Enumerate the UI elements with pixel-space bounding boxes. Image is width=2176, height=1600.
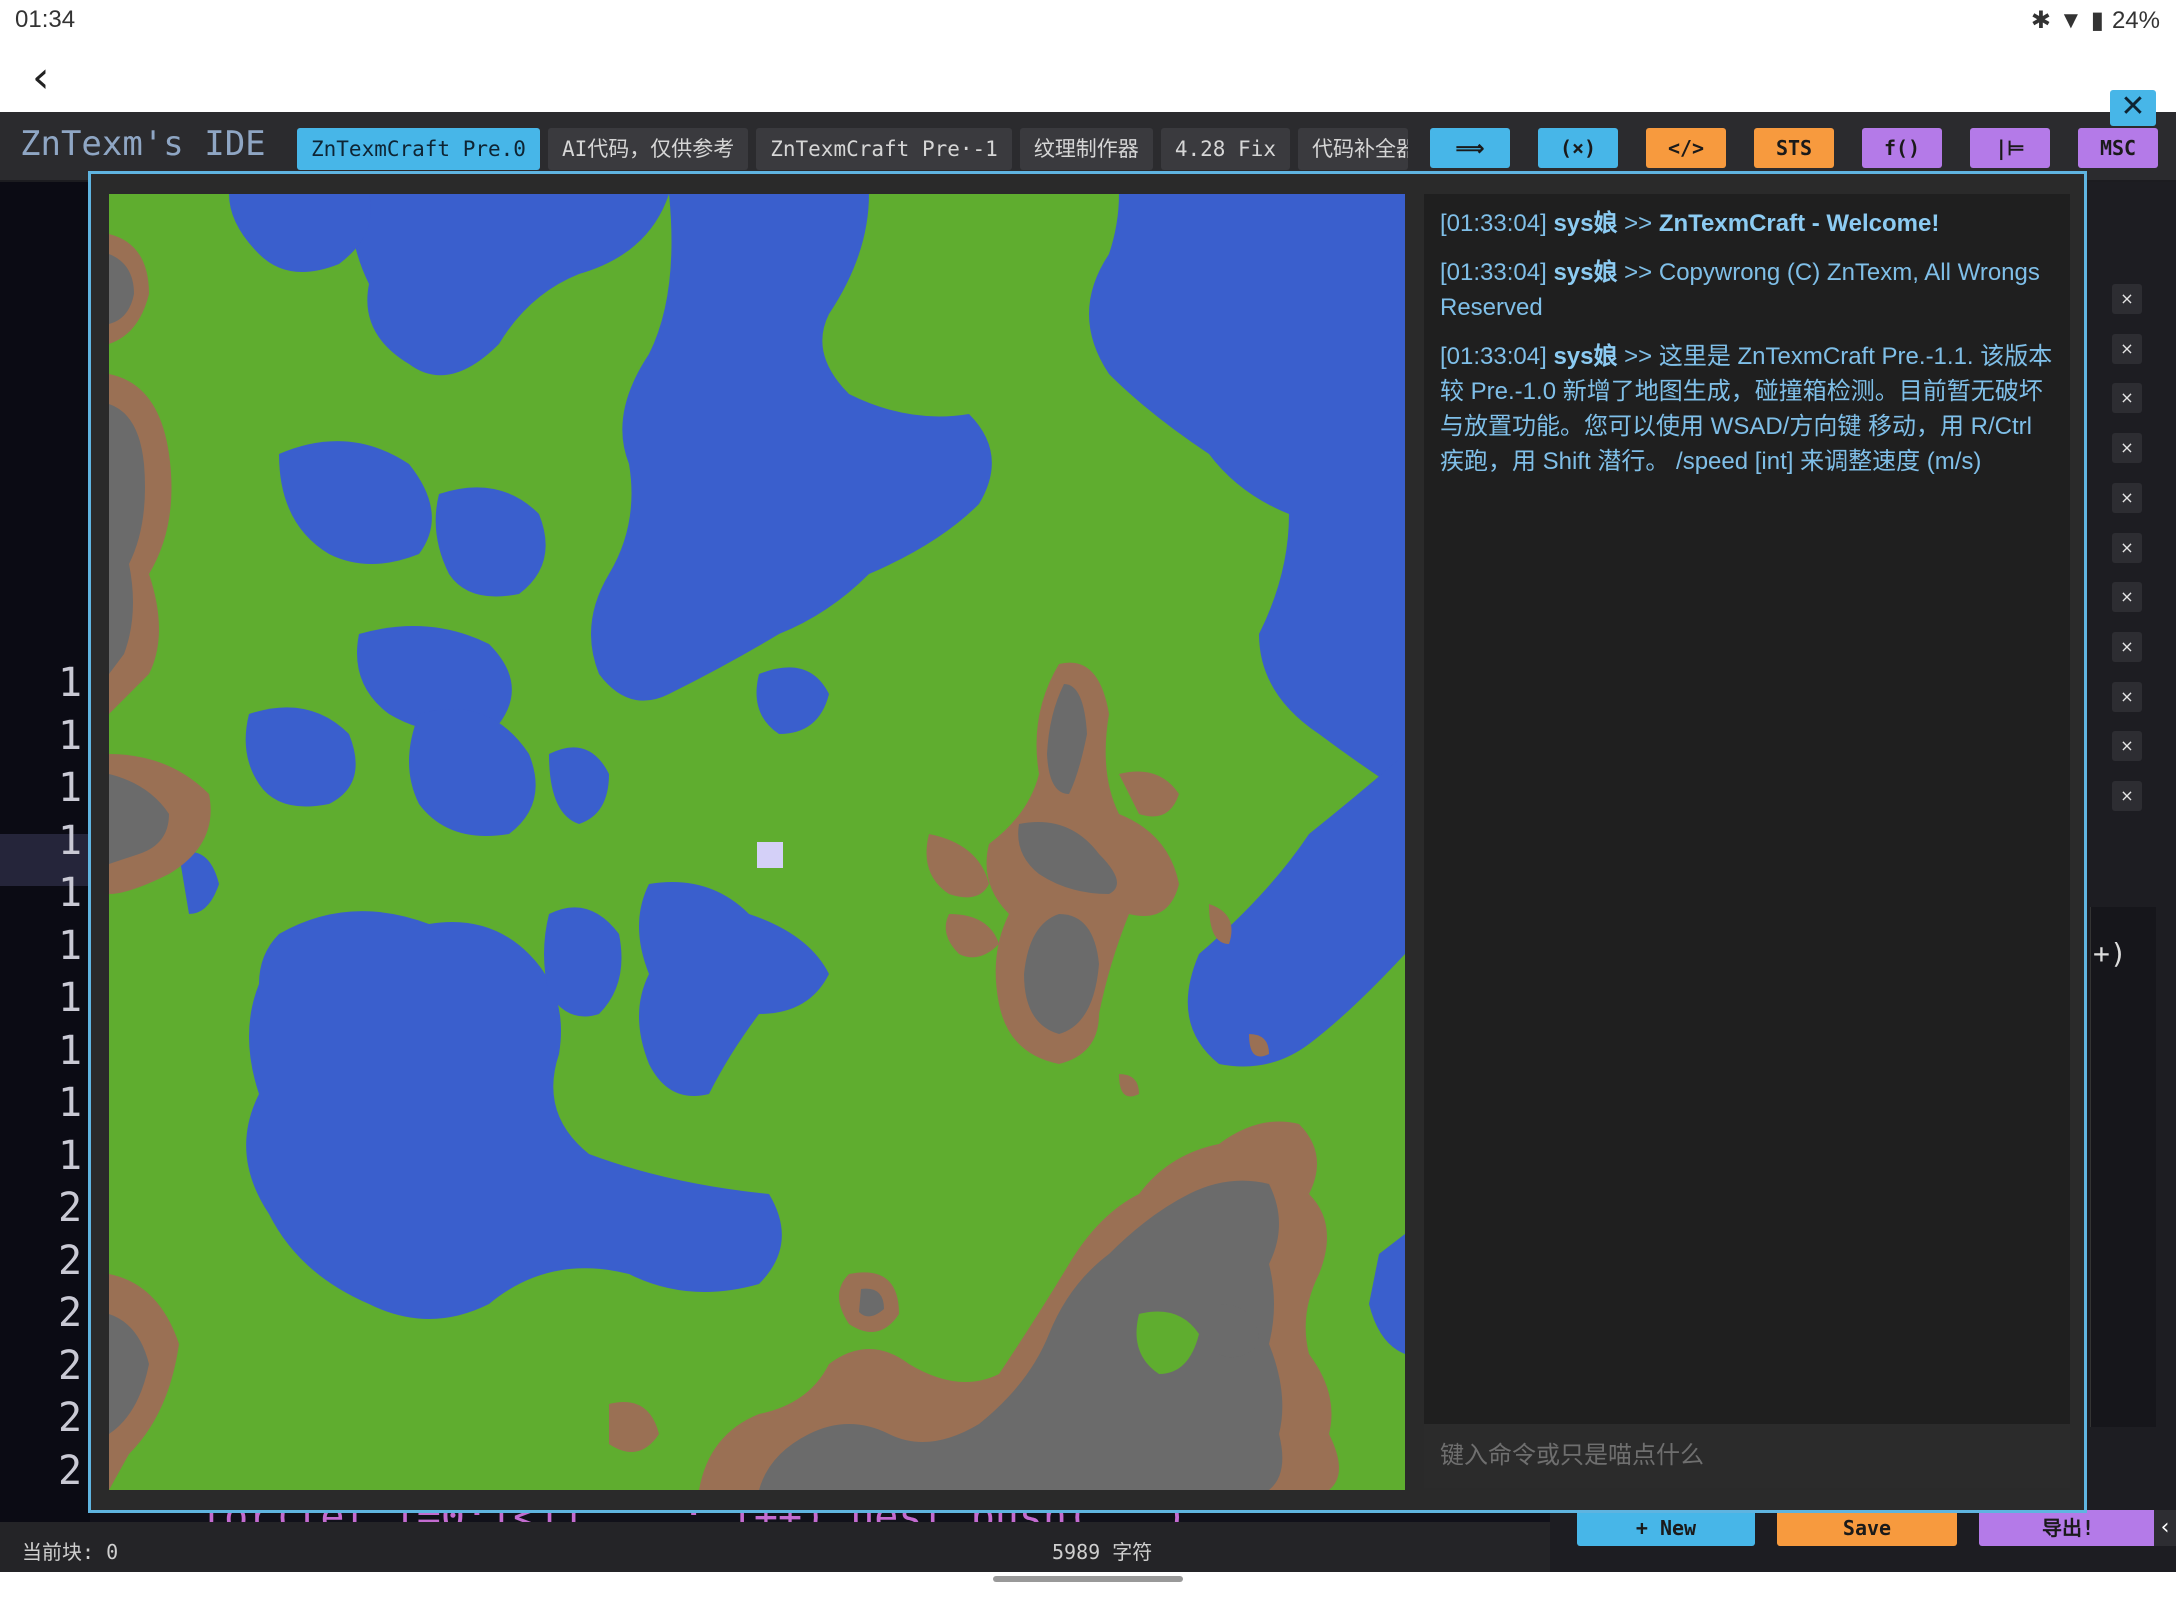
wifi-icon: ▼ <box>2058 6 2083 34</box>
variables-button[interactable]: (×) <box>1538 128 1618 168</box>
remove-row-icon[interactable]: × <box>2112 532 2142 563</box>
tab-file[interactable]: AI代码，仅供参考 <box>547 128 749 170</box>
line-number: 2 <box>58 1447 83 1494</box>
player-marker <box>757 842 783 868</box>
remove-row-icon[interactable]: × <box>2112 333 2142 364</box>
terrain-map <box>109 194 1405 1490</box>
remove-row-icon[interactable]: × <box>2112 631 2142 662</box>
line-number: 1 <box>58 765 83 811</box>
tab-file[interactable]: 纹理制作器 <box>1019 128 1153 170</box>
line-number: 1 <box>58 1132 83 1179</box>
chat-sep: >> <box>1624 210 1653 237</box>
remove-row-icon[interactable]: × <box>2112 433 2142 464</box>
remove-row-icon[interactable]: × <box>2112 731 2142 762</box>
chat-time: [01:33:04] <box>1440 210 1547 237</box>
chat-log: [01:33:04] sys娘 >> ZnTexmCraft - Welcome… <box>1440 206 2060 493</box>
tab-file[interactable]: 4.28 Fix <box>1160 128 1290 170</box>
line-number: 2 <box>58 1185 83 1231</box>
current-block-indicator: 当前块: 0 <box>22 1540 119 1564</box>
file-tabs: ZnTexmCraft Pre.0 AI代码，仅供参考 ZnTexmCraft … <box>297 128 1408 170</box>
run-button[interactable]: ⟹ <box>1430 128 1510 168</box>
line-number: 2 <box>58 1395 83 1441</box>
gesture-bar <box>993 1576 1183 1582</box>
battery-icon: ▮ <box>2090 7 2104 34</box>
chat-user: sys娘 <box>1553 259 1618 286</box>
ide-brand: ZnTexm's IDE <box>20 124 266 164</box>
chat-text: ZnTexmCraft - Welcome! <box>1658 210 1940 237</box>
tab-file[interactable]: ZnTexmCraft Pre.0 <box>297 128 540 170</box>
format-button[interactable]: |⊨ <box>1970 128 2050 168</box>
chat-time: [01:33:04] <box>1440 259 1547 286</box>
line-number: 1 <box>58 712 83 759</box>
chat-message: [01:33:04] sys娘 >> ZnTexmCraft - Welcome… <box>1440 206 2060 241</box>
line-number: 1 <box>58 660 83 706</box>
remove-row-icon[interactable]: × <box>2112 781 2142 811</box>
side-editor: +) <box>2090 907 2156 1427</box>
app-bar: ‹ <box>0 46 2176 112</box>
status-icons: ✱ ▼ ▮ 24% <box>2031 6 2160 35</box>
line-number: 2 <box>58 1237 83 1284</box>
chat-user: sys娘 <box>1553 210 1618 237</box>
back-arrow-icon[interactable]: ‹ <box>32 56 62 100</box>
clock: 01:34 <box>15 6 76 33</box>
chat-user: sys娘 <box>1553 343 1618 370</box>
remove-row-icon[interactable]: × <box>2112 482 2142 513</box>
chat-sep: >> <box>1624 259 1653 286</box>
remove-row-icon[interactable]: × <box>2112 284 2142 314</box>
game-canvas[interactable] <box>109 194 1405 1490</box>
line-number: 1 <box>58 870 83 916</box>
function-button[interactable]: f() <box>1862 128 1942 168</box>
remove-row-icon[interactable]: × <box>2112 681 2142 712</box>
tab-file[interactable]: 代码补全器 <box>1297 128 1408 170</box>
action-buttons: + New Save 导出! <box>1577 1510 2157 1546</box>
line-number: 1 <box>58 922 83 969</box>
battery-level: 24% <box>2111 6 2160 34</box>
tab-file[interactable]: ZnTexmCraft Pre·-1 <box>756 128 1012 170</box>
sts-button[interactable]: STS <box>1754 128 1834 168</box>
code-button[interactable]: </> <box>1646 128 1726 168</box>
export-button[interactable]: 导出! <box>1979 1510 2157 1546</box>
remove-row-icon[interactable]: × <box>2112 383 2142 414</box>
new-button[interactable]: + New <box>1577 1510 1755 1546</box>
close-icon[interactable]: ✕ <box>2110 90 2156 126</box>
editor-footer: 当前块: 0 5989 字符 <box>0 1522 1550 1572</box>
chat-message: [01:33:04] sys娘 >> 这里是 ZnTexmCraft Pre.-… <box>1440 339 2060 479</box>
line-number: 2 <box>58 1290 83 1336</box>
command-input[interactable]: 键入命令或只是喵点什么 <box>1424 1424 2070 1488</box>
chat-panel: [01:33:04] sys娘 >> ZnTexmCraft - Welcome… <box>1424 194 2070 1488</box>
remove-row-icon[interactable]: × <box>2112 582 2142 613</box>
chat-time: [01:33:04] <box>1440 343 1547 370</box>
chat-message: [01:33:04] sys娘 >> Copywrong (C) ZnTexm,… <box>1440 255 2060 325</box>
char-count: 5989 字符 <box>1052 1540 1153 1564</box>
collapse-chevron-icon[interactable]: ‹ <box>2154 1510 2176 1546</box>
system-status-bar: 01:34 ✱ ▼ ▮ 24% <box>0 0 2176 46</box>
bluetooth-icon: ✱ <box>2030 7 2051 34</box>
line-number: 1 <box>58 1027 83 1074</box>
toolbar-buttons: ⟹ (×) </> STS f() |⊨ MSC <box>1430 128 2158 168</box>
misc-button[interactable]: MSC <box>2078 128 2158 168</box>
side-editor-text: +) <box>2093 937 2127 970</box>
water-region <box>544 907 622 1017</box>
line-number: 1 <box>58 1080 83 1126</box>
line-number: 1 <box>58 817 83 864</box>
line-number: 1 <box>58 975 83 1021</box>
chat-sep: >> <box>1624 343 1653 370</box>
game-modal: [01:33:04] sys娘 >> ZnTexmCraft - Welcome… <box>88 171 2087 1513</box>
line-number: 2 <box>58 1342 83 1389</box>
save-button[interactable]: Save <box>1777 1510 1957 1546</box>
